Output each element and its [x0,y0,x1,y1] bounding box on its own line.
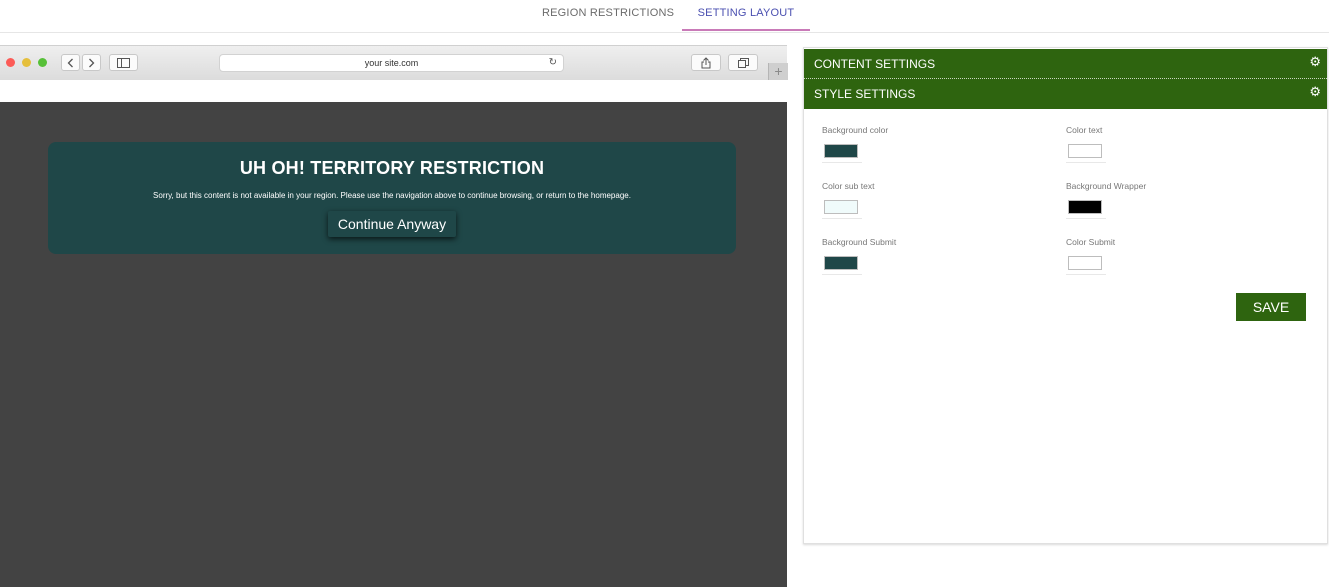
background-submit-field [822,252,862,275]
tabs-icon [737,57,749,68]
color-sub-text-swatch[interactable] [824,200,858,214]
address-text: your site.com [364,58,419,68]
tab-setting-layout[interactable]: SETTING LAYOUT [682,0,810,31]
gear-icon[interactable]: ⚙ [1309,49,1321,75]
color-sub-text-field [822,196,862,219]
background-wrapper-field [1066,196,1106,219]
color-text-label: Color text [1066,125,1103,135]
sidebar-button[interactable] [109,54,138,71]
gear-icon[interactable]: ⚙ [1309,79,1321,105]
content-settings-header[interactable]: CONTENT SETTINGS ⚙ [804,49,1327,79]
color-sub-text-label: Color sub text [822,181,875,191]
preview-page: UH OH! TERRITORY RESTRICTION Sorry, but … [0,102,787,587]
color-submit-label: Color Submit [1066,237,1116,247]
plus-icon[interactable]: + [768,63,788,80]
style-settings-header[interactable]: STYLE SETTINGS ⚙ [804,79,1327,109]
back-button[interactable] [61,54,80,71]
forward-button[interactable] [82,54,101,71]
color-submit-swatch[interactable] [1068,256,1102,270]
address-bar[interactable]: your site.com ↻ [219,54,564,72]
maximize-window-dot [38,58,47,67]
tab-bar: REGION RESTRICTIONS SETTING LAYOUT [0,0,1329,33]
page-top-strip [0,80,787,102]
close-window-dot [6,58,15,67]
background-wrapper-label: Background Wrapper [1066,181,1147,191]
sidebar-icon [117,57,130,68]
browser-preview: your site.com ↻ + UH OH! TERRITORY RESTR… [0,45,788,587]
style-settings-title: STYLE SETTINGS [814,87,916,101]
content-settings-title: CONTENT SETTINGS [814,57,936,71]
share-button[interactable] [691,54,721,71]
tabs-button[interactable] [728,54,758,71]
background-wrapper-swatch[interactable] [1068,200,1102,214]
color-text-swatch[interactable] [1068,144,1102,158]
reload-icon[interactable]: ↻ [549,55,557,71]
browser-toolbar: your site.com ↻ + [0,45,788,81]
continue-anyway-button[interactable]: Continue Anyway [327,211,457,237]
background-color-field [822,140,862,163]
background-submit-label: Background Submit [822,237,897,247]
background-color-label: Background color [822,125,889,135]
minimize-window-dot [22,58,31,67]
background-submit-swatch[interactable] [824,256,858,270]
share-icon [701,56,711,68]
tab-region-restrictions[interactable]: REGION RESTRICTIONS [542,0,674,31]
chevron-right-icon [89,58,95,67]
restriction-title: UH OH! TERRITORY RESTRICTION [239,158,545,178]
background-color-swatch[interactable] [824,144,858,158]
restriction-box: UH OH! TERRITORY RESTRICTION Sorry, but … [48,142,736,254]
color-submit-field [1066,252,1106,275]
chevron-left-icon [67,58,73,67]
color-text-field [1066,140,1106,163]
settings-panel: CONTENT SETTINGS ⚙ STYLE SETTINGS ⚙ Back… [803,47,1328,544]
save-button[interactable]: SAVE [1236,293,1306,321]
restriction-message: Sorry, but this content is not available… [153,191,631,200]
